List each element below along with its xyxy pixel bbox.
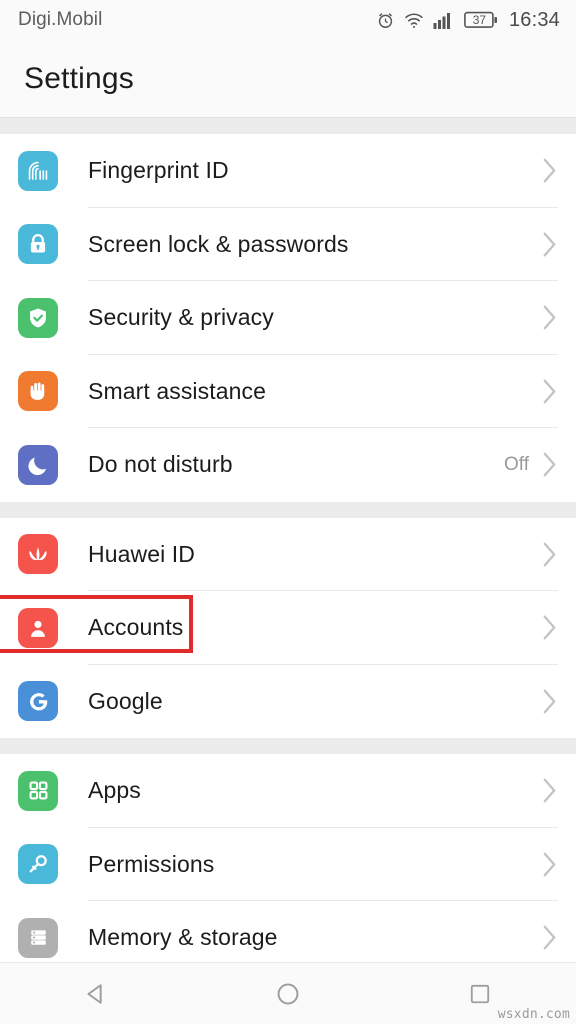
- settings-row-label: Memory & storage: [88, 924, 278, 951]
- settings-row-huawei-id[interactable]: Huawei ID: [0, 517, 576, 591]
- settings-row-memory-storage[interactable]: Memory & storage: [0, 901, 576, 962]
- chevron-right-icon: [541, 924, 558, 951]
- key-icon: [18, 844, 58, 885]
- accounts-section: Huawei ID Accounts Google: [0, 517, 576, 738]
- chevron-right-icon: [541, 541, 558, 568]
- phone-screen: Digi.Mobil 37 16:34 Settings Fingerprint…: [0, 0, 576, 1024]
- settings-row-label: Screen lock & passwords: [88, 230, 349, 257]
- grid-apps-icon: [18, 770, 58, 811]
- status-icons: 37 16:34: [376, 9, 560, 32]
- settings-row-do-not-disturb[interactable]: Do not disturb Off: [0, 428, 576, 502]
- carrier-label: Digi.Mobil: [18, 9, 103, 30]
- status-bar: Digi.Mobil 37 16:34: [0, 0, 576, 40]
- settings-row-label: Huawei ID: [88, 540, 195, 567]
- lock-icon: [18, 224, 58, 265]
- settings-row-permissions[interactable]: Permissions: [0, 827, 576, 901]
- chevron-right-icon: [541, 231, 558, 258]
- section-gap-apps: [0, 738, 576, 754]
- settings-row-label: Permissions: [88, 850, 215, 877]
- shield-check-icon: [18, 297, 58, 338]
- chevron-right-icon: [541, 157, 558, 184]
- google-g-icon: [18, 681, 58, 722]
- settings-row-smart-assistance[interactable]: Smart assistance: [0, 354, 576, 428]
- settings-row-screen-lock-passwords[interactable]: Screen lock & passwords: [0, 207, 576, 281]
- chevron-right-icon: [541, 851, 558, 878]
- chevron-right-icon: [541, 451, 558, 478]
- settings-row-label: Apps: [88, 777, 141, 804]
- navigation-bar: wsxdn.com: [0, 962, 576, 1024]
- watermark-label: wsxdn.com: [497, 1007, 570, 1022]
- storage-icon: [18, 917, 58, 958]
- recents-square-icon[interactable]: [435, 981, 525, 1007]
- settings-row-fingerprint-id[interactable]: Fingerprint ID: [0, 134, 576, 208]
- page-title: Settings: [24, 61, 134, 95]
- chevron-right-icon: [541, 614, 558, 641]
- settings-row-label: Smart assistance: [88, 377, 266, 404]
- person-circle-icon: [18, 607, 58, 648]
- settings-row-accounts[interactable]: Accounts: [0, 591, 576, 665]
- hand-icon: [18, 371, 58, 412]
- chevron-right-icon: [541, 688, 558, 715]
- settings-row-label: Accounts: [88, 614, 184, 641]
- settings-row-label: Google: [88, 687, 163, 714]
- settings-list[interactable]: Fingerprint ID Screen lock & passwords S…: [0, 118, 576, 962]
- settings-row-apps[interactable]: Apps: [0, 754, 576, 828]
- apps-section: Apps Permissions Memory & storage: [0, 754, 576, 962]
- section-gap-top: [0, 118, 576, 134]
- battery-icon: 37: [464, 11, 498, 29]
- home-circle-icon[interactable]: [243, 980, 333, 1008]
- back-triangle-icon[interactable]: [51, 980, 141, 1008]
- cellular-signal-icon: [433, 11, 455, 29]
- settings-row-label: Fingerprint ID: [88, 157, 229, 184]
- fingerprint-icon: [18, 150, 58, 191]
- settings-row-value: Off: [504, 453, 529, 475]
- huawei-flower-icon: [18, 534, 58, 575]
- settings-row-label: Security & privacy: [88, 304, 274, 331]
- settings-row-security-privacy[interactable]: Security & privacy: [0, 281, 576, 355]
- app-bar: Settings: [0, 40, 576, 118]
- security-section: Fingerprint ID Screen lock & passwords S…: [0, 134, 576, 502]
- wifi-icon: [404, 11, 424, 30]
- clock-label: 16:34: [508, 8, 560, 31]
- moon-icon: [18, 444, 58, 485]
- settings-row-label: Do not disturb: [88, 451, 233, 478]
- alarm-icon: [376, 11, 395, 30]
- battery-level-label: 37: [472, 13, 487, 27]
- chevron-right-icon: [541, 378, 558, 405]
- settings-row-google[interactable]: Google: [0, 664, 576, 738]
- chevron-right-icon: [541, 304, 558, 331]
- section-gap-accounts: [0, 501, 576, 518]
- chevron-right-icon: [541, 777, 558, 804]
